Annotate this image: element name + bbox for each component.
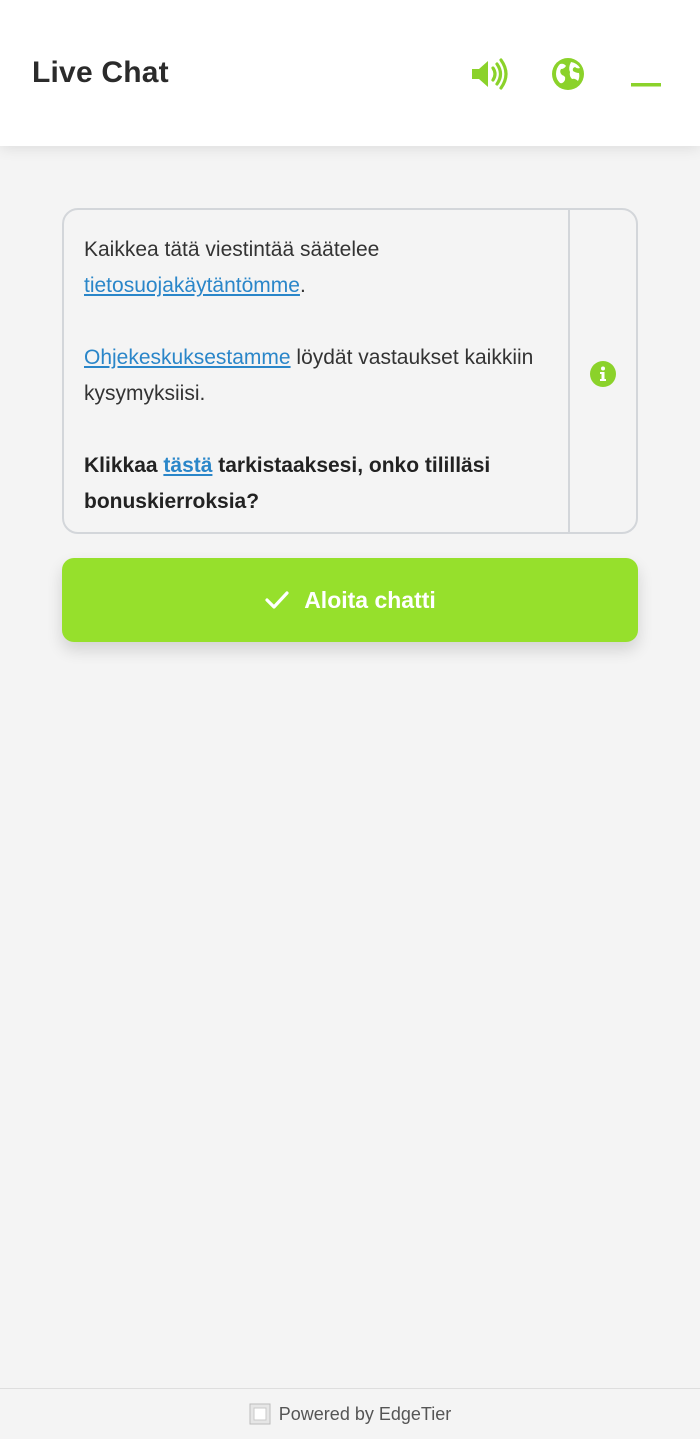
- edgetier-logo-icon: [249, 1403, 271, 1425]
- footer: Powered by EdgeTier: [0, 1388, 700, 1439]
- bonus-link[interactable]: tästä: [163, 454, 212, 477]
- chat-header: Live Chat: [0, 0, 700, 146]
- powered-by-text: Powered by EdgeTier: [278, 1403, 452, 1424]
- globe-icon[interactable]: [548, 54, 588, 94]
- start-chat-button[interactable]: Aloita chatti: [62, 558, 638, 642]
- info-text: Kaikkea tätä viestintää säätelee tietosu…: [84, 232, 544, 520]
- info-icon[interactable]: [589, 360, 617, 388]
- info-divider: [568, 210, 570, 532]
- privacy-paragraph: Kaikkea tätä viestintää säätelee tietosu…: [84, 238, 380, 297]
- privacy-policy-link[interactable]: tietosuojakäytäntömme: [84, 274, 300, 297]
- check-icon: [265, 591, 289, 609]
- help-center-link[interactable]: Ohjekeskuksestamme: [84, 346, 291, 369]
- start-chat-label: Aloita chatti: [304, 586, 436, 613]
- info-card: Kaikkea tätä viestintää säätelee tietosu…: [62, 208, 638, 534]
- bonus-paragraph: Klikkaa tästä tarkistaaksesi, onko tilil…: [84, 454, 491, 513]
- minimize-icon[interactable]: [626, 54, 666, 94]
- sound-icon[interactable]: [469, 54, 509, 94]
- help-paragraph: Ohjekeskuksestamme löydät vastaukset kai…: [84, 346, 534, 405]
- header-title: Live Chat: [32, 56, 169, 89]
